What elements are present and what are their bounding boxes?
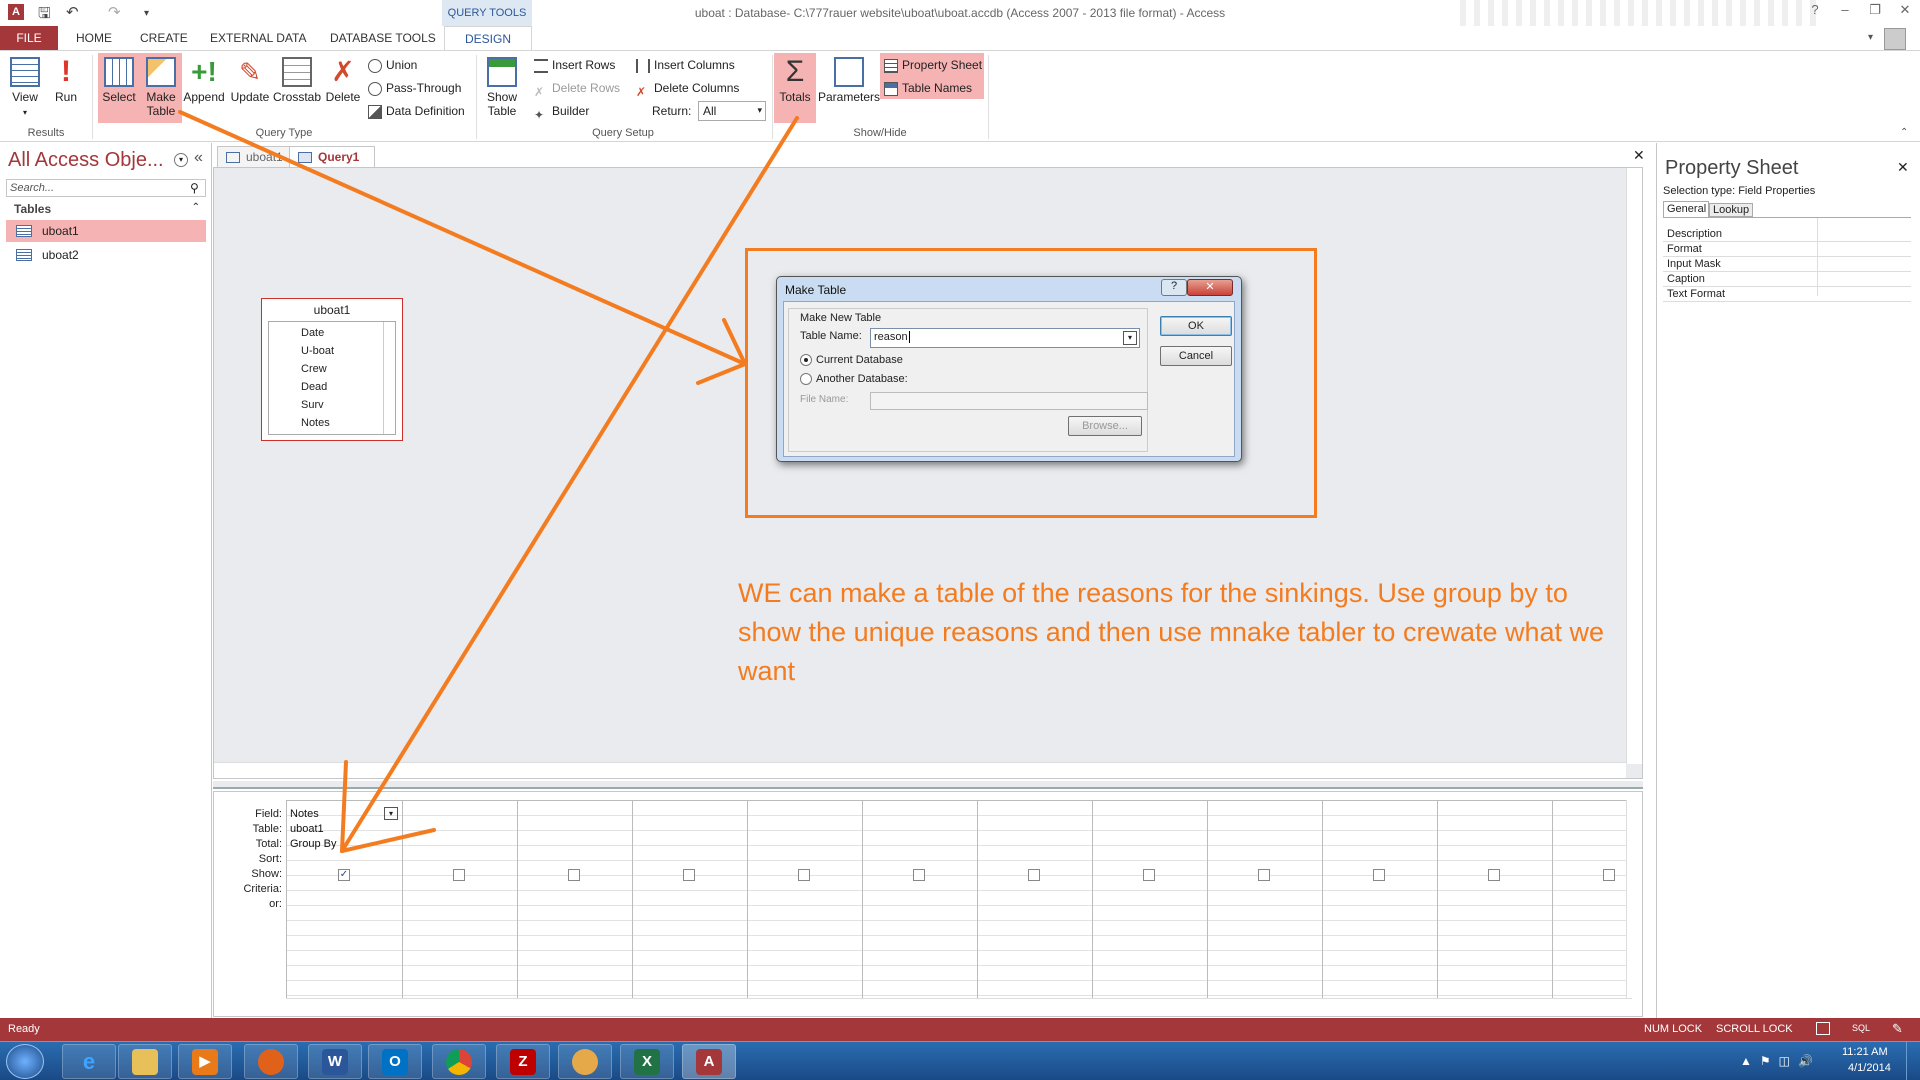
arrow-make-table-to-dialog (178, 110, 747, 366)
taskbar-access[interactable]: A (682, 1044, 736, 1079)
media-player-icon: ▶ (192, 1049, 218, 1075)
taskbar-explorer[interactable] (118, 1044, 172, 1079)
arrow-head (696, 362, 747, 385)
app-icon (572, 1049, 598, 1075)
status-scroll-lock: SCROLL LOCK (1716, 1023, 1793, 1035)
datasheet-view-icon[interactable] (1816, 1022, 1830, 1035)
show-desktop-button[interactable] (1906, 1042, 1920, 1080)
property-row-caption[interactable]: Caption (1663, 272, 1911, 287)
status-ready: Ready (8, 1023, 40, 1035)
taskbar-outlook[interactable]: O (368, 1044, 422, 1079)
arrow-totals-to-group-by (340, 116, 799, 853)
property-tab-general[interactable]: General (1663, 201, 1709, 217)
folder-icon (132, 1049, 158, 1075)
tray-icons[interactable]: ▲⚑◫🔊 (1740, 1054, 1821, 1068)
access-icon: A (696, 1049, 722, 1075)
outlook-icon: O (382, 1049, 408, 1075)
property-row-text-format[interactable]: Text Format (1663, 287, 1911, 302)
word-icon: W (322, 1049, 348, 1075)
taskbar-chrome[interactable] (432, 1044, 486, 1079)
clock-time[interactable]: 11:21 AM (1842, 1046, 1888, 1058)
taskbar-excel[interactable]: X (620, 1044, 674, 1079)
status-num-lock: NUM LOCK (1644, 1023, 1703, 1035)
arrow-head (340, 760, 348, 853)
taskbar-app[interactable] (558, 1044, 612, 1079)
property-tab-lookup[interactable]: Lookup (1709, 203, 1753, 217)
clock-date[interactable]: 4/1/2014 (1848, 1062, 1891, 1074)
taskbar-firefox[interactable] (244, 1044, 298, 1079)
property-sheet-pane: Property Sheet ✕ Selection type: Field P… (1656, 143, 1920, 1018)
arrow-head (340, 828, 436, 853)
sql-view-button[interactable]: SQL (1852, 1023, 1870, 1033)
property-row-input-mask[interactable]: Input Mask (1663, 257, 1911, 272)
start-button[interactable] (6, 1044, 44, 1079)
excel-icon: X (634, 1049, 660, 1075)
ie-icon: e (82, 1049, 96, 1074)
chrome-icon (446, 1049, 472, 1075)
taskbar-word[interactable]: W (308, 1044, 362, 1079)
windows-taskbar: e ▶ W O Z X A ▲⚑◫🔊 11:21 AM 4/1/2014 (0, 1041, 1920, 1080)
selection-type-label: Selection type: Field Properties (1663, 185, 1816, 197)
annotation-arrows (178, 110, 799, 853)
taskbar-media-player[interactable]: ▶ (178, 1044, 232, 1079)
design-view-icon[interactable]: ✎ (1892, 1021, 1903, 1037)
property-row-description[interactable]: Description (1663, 227, 1911, 242)
property-sheet-close-icon[interactable]: ✕ (1897, 159, 1909, 176)
property-sheet-title: Property Sheet (1665, 157, 1799, 179)
firefox-icon (258, 1049, 284, 1075)
taskbar-filezilla[interactable]: Z (496, 1044, 550, 1079)
status-bar: Ready NUM LOCK SCROLL LOCK SQL ✎ (0, 1018, 1920, 1041)
property-row-format[interactable]: Format (1663, 242, 1911, 257)
taskbar-ie[interactable]: e (62, 1044, 116, 1079)
filezilla-icon: Z (510, 1049, 536, 1075)
